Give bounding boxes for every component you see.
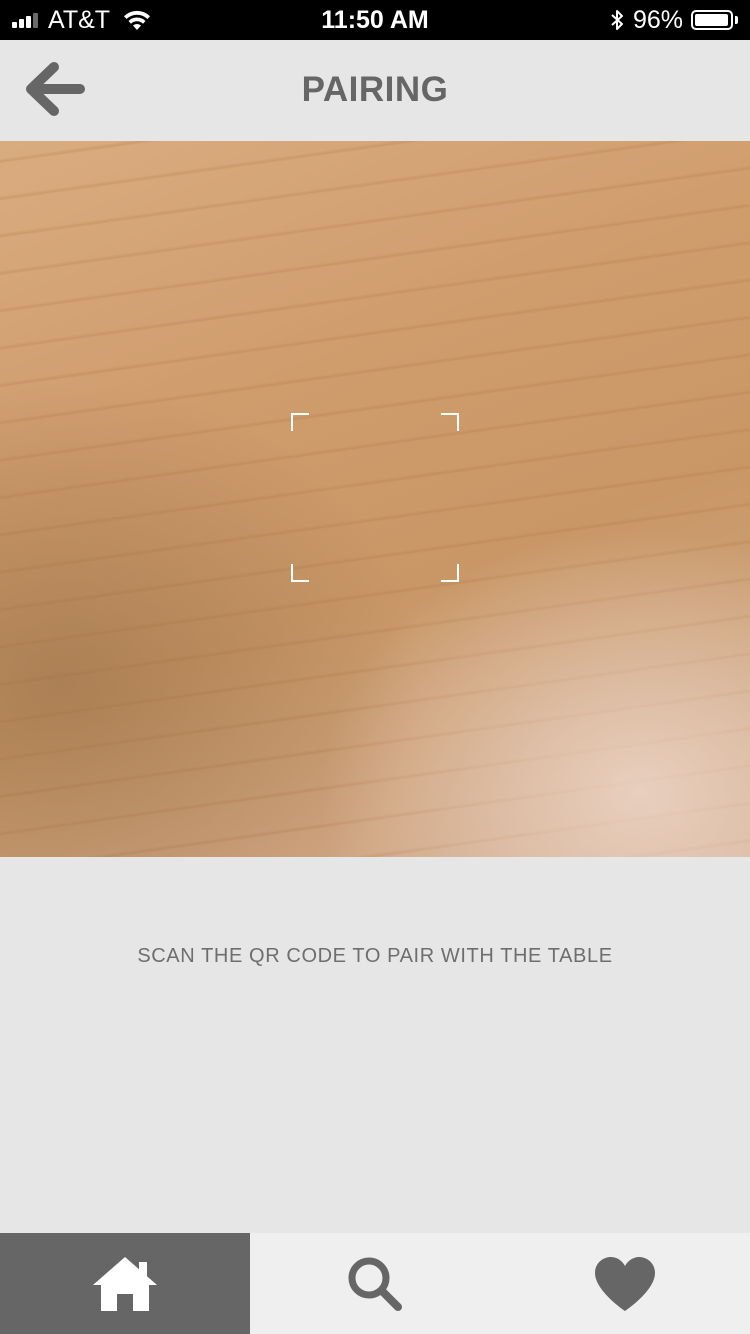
home-icon	[93, 1256, 157, 1311]
tab-bar	[0, 1233, 750, 1334]
heart-icon	[595, 1256, 655, 1311]
tab-home[interactable]	[0, 1233, 250, 1334]
scan-frame-corner	[291, 413, 309, 431]
battery-icon	[691, 10, 733, 30]
header: PAIRING	[0, 40, 750, 141]
status-bar: AT&T 11:50 AM 96%	[0, 0, 750, 40]
battery-fill	[695, 14, 728, 26]
search-icon	[348, 1257, 402, 1311]
camera-preview	[0, 141, 750, 857]
scan-instructions: SCAN THE QR CODE TO PAIR WITH THE TABLE	[137, 945, 613, 967]
battery-nub	[735, 16, 738, 24]
qr-scan-frame	[291, 413, 459, 582]
bluetooth-icon	[611, 10, 623, 30]
scan-frame-corner	[441, 413, 459, 431]
tab-search[interactable]	[250, 1233, 500, 1334]
scan-frame-corner	[291, 564, 309, 582]
status-right: 96%	[609, 0, 738, 40]
battery-percent: 96%	[632, 5, 683, 34]
tab-favorites[interactable]	[500, 1233, 750, 1334]
scan-frame-corner	[441, 564, 459, 582]
page-title: PAIRING	[301, 70, 449, 109]
